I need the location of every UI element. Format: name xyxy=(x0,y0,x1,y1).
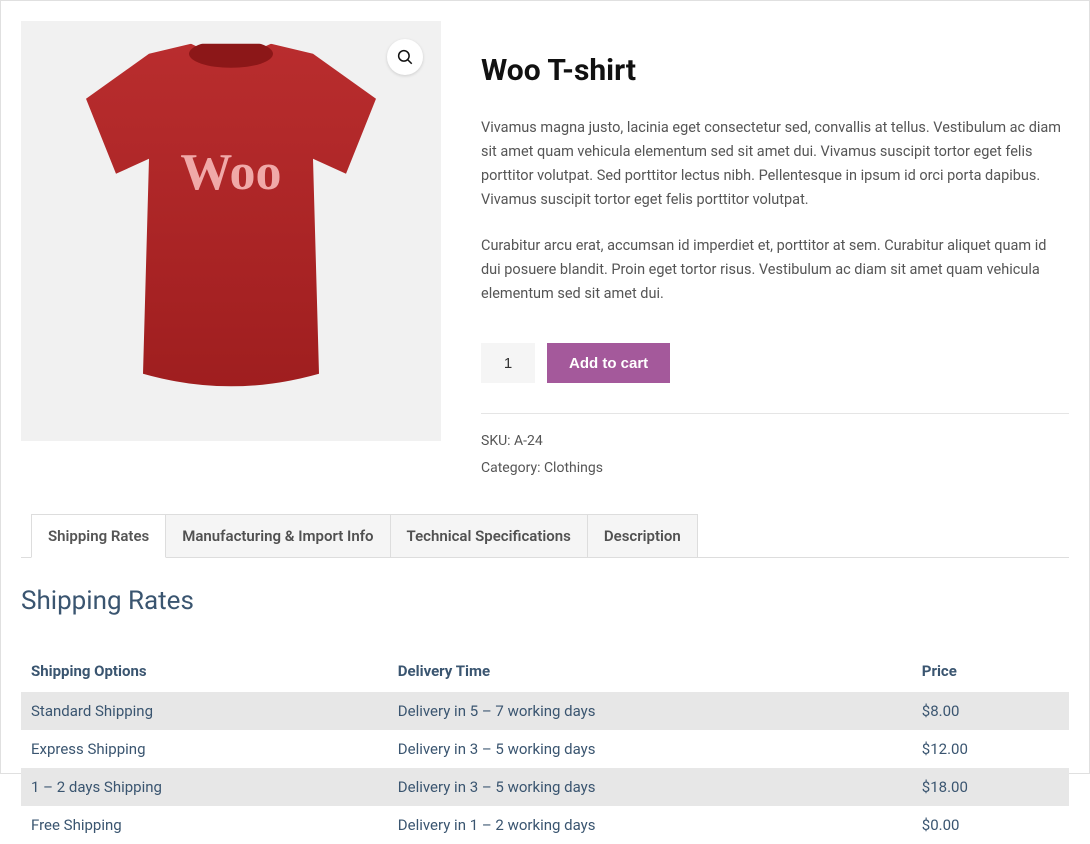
cell-time: Delivery in 3 – 5 working days xyxy=(388,730,912,768)
tab-description[interactable]: Description xyxy=(587,514,698,557)
cell-option: 1 – 2 days Shipping xyxy=(21,768,388,806)
table-row: 1 – 2 days Shipping Delivery in 3 – 5 wo… xyxy=(21,768,1069,806)
table-row: Express Shipping Delivery in 3 – 5 worki… xyxy=(21,730,1069,768)
sku-row: SKU: A-24 xyxy=(481,428,1069,455)
zoom-button[interactable] xyxy=(387,39,423,75)
shipping-rates-table: Shipping Options Delivery Time Price Sta… xyxy=(21,652,1069,844)
category-row: Category: Clothings xyxy=(481,455,1069,482)
cell-price: $8.00 xyxy=(912,692,1069,730)
tab-technical-specifications[interactable]: Technical Specifications xyxy=(390,514,588,557)
cell-price: $0.00 xyxy=(912,806,1069,844)
cell-option: Standard Shipping xyxy=(21,692,388,730)
quantity-input[interactable] xyxy=(481,343,535,383)
tab-shipping-rates[interactable]: Shipping Rates xyxy=(31,514,166,558)
th-price: Price xyxy=(912,652,1069,692)
cell-time: Delivery in 3 – 5 working days xyxy=(388,768,912,806)
product-description-2: Curabitur arcu erat, accumsan id imperdi… xyxy=(481,234,1069,306)
tab-content-heading: Shipping Rates xyxy=(21,586,1069,616)
cell-price: $18.00 xyxy=(912,768,1069,806)
table-row: Free Shipping Delivery in 1 – 2 working … xyxy=(21,806,1069,844)
th-shipping-options: Shipping Options xyxy=(21,652,388,692)
product-title: Woo T-shirt xyxy=(481,53,1069,88)
tab-manufacturing-import[interactable]: Manufacturing & Import Info xyxy=(165,514,390,557)
th-delivery-time: Delivery Time xyxy=(388,652,912,692)
product-description-1: Vivamus magna justo, lacinia eget consec… xyxy=(481,116,1069,212)
add-to-cart-button[interactable]: Add to cart xyxy=(547,343,670,383)
table-row: Standard Shipping Delivery in 5 – 7 work… xyxy=(21,692,1069,730)
tshirt-image: Woo xyxy=(76,44,386,404)
cell-price: $12.00 xyxy=(912,730,1069,768)
tabs: Shipping Rates Manufacturing & Import In… xyxy=(21,514,1069,558)
sku-value: A-24 xyxy=(514,433,543,449)
product-image[interactable]: Woo xyxy=(21,21,441,441)
divider xyxy=(481,413,1069,414)
cell-option: Free Shipping xyxy=(21,806,388,844)
cell-option: Express Shipping xyxy=(21,730,388,768)
magnifier-icon xyxy=(396,48,414,66)
category-label: Category: xyxy=(481,460,544,476)
cell-time: Delivery in 5 – 7 working days xyxy=(388,692,912,730)
category-link[interactable]: Clothings xyxy=(544,460,603,476)
svg-text:Woo: Woo xyxy=(180,144,281,201)
cell-time: Delivery in 1 – 2 working days xyxy=(388,806,912,844)
sku-label: SKU: xyxy=(481,433,514,449)
